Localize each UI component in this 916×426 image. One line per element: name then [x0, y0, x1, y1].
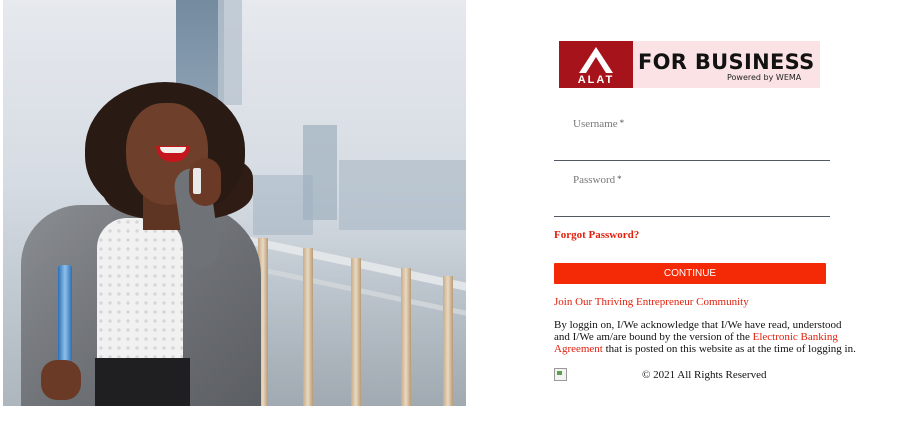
woman-skirt — [95, 358, 190, 406]
alat-for-business-logo: ALAT FOR BUSINESS Powered by WEMA — [559, 41, 820, 88]
railing-post — [401, 268, 411, 406]
background-building — [253, 175, 313, 235]
broken-image-icon — [554, 368, 567, 381]
required-marker: * — [619, 118, 625, 128]
background-building — [339, 160, 466, 230]
forgot-password-link[interactable]: Forgot Password? — [554, 229, 639, 241]
copyright-text: © 2021 All Rights Reserved — [642, 369, 767, 381]
join-community-link[interactable]: Join Our Thriving Entrepreneur Community — [554, 296, 749, 308]
logo-subtitle: Powered by WEMA — [727, 73, 802, 82]
phone-icon — [193, 168, 201, 194]
railing-post — [443, 276, 453, 406]
password-input[interactable] — [554, 184, 830, 217]
railing-post — [303, 248, 313, 406]
hero-photo — [3, 0, 466, 406]
background-building — [218, 0, 242, 105]
terms-notice: By loggin on, I/We acknowledge that I/We… — [554, 319, 859, 355]
required-marker: * — [617, 174, 622, 184]
logo-mark-text: ALAT — [577, 74, 615, 86]
continue-button[interactable]: CONTINUE — [554, 263, 826, 284]
railing-post — [351, 258, 361, 406]
alat-a-icon — [579, 47, 613, 73]
woman-hand — [41, 360, 81, 400]
terms-text-after: that is posted on this website as at the… — [602, 343, 856, 355]
woman-teeth — [160, 147, 186, 153]
woman-blouse — [97, 218, 183, 368]
folder-icon — [58, 265, 72, 375]
alat-logo-mark: ALAT — [559, 41, 633, 88]
logo-title: FOR BUSINESS — [638, 50, 815, 74]
username-input[interactable] — [554, 128, 830, 161]
